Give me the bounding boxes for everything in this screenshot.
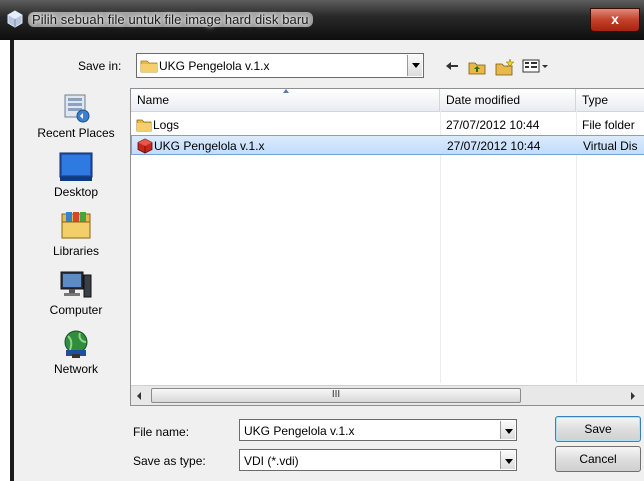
scroll-left-icon[interactable] (131, 386, 149, 405)
list-item-selected[interactable]: UKG Pengelola v.1.x 27/07/2012 10:44 Vir… (131, 135, 644, 155)
file-name: Logs (153, 118, 180, 132)
file-type: Virtual Dis (583, 139, 638, 153)
file-name-label: File name: (133, 425, 190, 439)
save-as-type-label: Save as type: (133, 454, 206, 468)
folder-icon (136, 117, 152, 133)
libraries-icon (58, 210, 94, 242)
window-title: Pilih sebuah file untuk file image hard … (28, 12, 313, 27)
column-header-label: Date modified (446, 93, 521, 107)
save-in-dropdown[interactable]: UKG Pengelola v.1.x (136, 53, 424, 78)
place-label: Network (53, 362, 98, 376)
network-icon (58, 328, 94, 360)
folder-icon (140, 58, 158, 73)
file-list[interactable]: Name Date modified Type Logs 27/07/2012 … (130, 88, 644, 406)
file-date: 27/07/2012 10:44 (447, 139, 541, 153)
place-computer[interactable]: Computer (26, 269, 126, 317)
file-name-combo[interactable]: UKG Pengelola v.1.x (239, 419, 517, 441)
place-label: Computer (49, 303, 103, 317)
file-name: UKG Pengelola v.1.x (154, 139, 265, 153)
close-button[interactable]: x (590, 8, 640, 32)
save-button[interactable]: Save (555, 416, 641, 442)
sort-ascending-icon (283, 89, 290, 94)
save-in-label: Save in: (78, 59, 122, 73)
new-folder-icon[interactable] (495, 58, 515, 76)
cancel-button[interactable]: Cancel (555, 446, 641, 472)
save-in-value: UKG Pengelola v.1.x (159, 59, 270, 73)
desktop-icon (58, 151, 94, 183)
place-label: Desktop (53, 185, 99, 199)
column-header-type[interactable]: Type (576, 89, 644, 111)
chevron-down-icon[interactable] (500, 421, 515, 439)
virtualbox-app-icon (6, 10, 24, 28)
title-bar: Pilih sebuah file untuk file image hard … (0, 0, 644, 40)
column-header-date[interactable]: Date modified (440, 89, 576, 111)
scroll-right-icon[interactable] (625, 386, 643, 405)
file-type: File folder (582, 118, 635, 132)
place-label: Recent Places (37, 126, 115, 140)
place-recent-places[interactable]: Recent Places (26, 92, 126, 140)
virtualbox-disk-icon (137, 138, 153, 154)
up-folder-icon[interactable] (468, 58, 486, 76)
save-as-type-dropdown[interactable]: VDI (*.vdi) (239, 449, 517, 471)
list-item[interactable]: Logs 27/07/2012 10:44 File folder (131, 115, 644, 135)
computer-icon (58, 269, 94, 301)
place-network[interactable]: Network (26, 328, 126, 376)
save-as-type-value: VDI (*.vdi) (244, 454, 299, 468)
column-header-label: Type (582, 93, 609, 107)
scroll-thumb[interactable]: III (151, 388, 521, 403)
chevron-down-icon[interactable] (407, 55, 422, 76)
file-date: 27/07/2012 10:44 (446, 118, 540, 132)
recent-places-icon (58, 92, 94, 124)
file-name-input[interactable]: UKG Pengelola v.1.x (244, 424, 355, 438)
place-libraries[interactable]: Libraries (26, 210, 126, 258)
place-desktop[interactable]: Desktop (26, 151, 126, 199)
horizontal-scrollbar[interactable]: III (131, 385, 644, 405)
chevron-down-icon[interactable] (500, 451, 515, 469)
back-arrow-icon[interactable] (444, 58, 460, 76)
place-label: Libraries (52, 244, 100, 258)
list-header: Name Date modified Type (131, 89, 644, 112)
views-menu-icon[interactable] (522, 58, 550, 76)
window-left-frame (10, 40, 14, 481)
column-header-name[interactable]: Name (131, 89, 440, 111)
column-header-label: Name (137, 93, 170, 107)
